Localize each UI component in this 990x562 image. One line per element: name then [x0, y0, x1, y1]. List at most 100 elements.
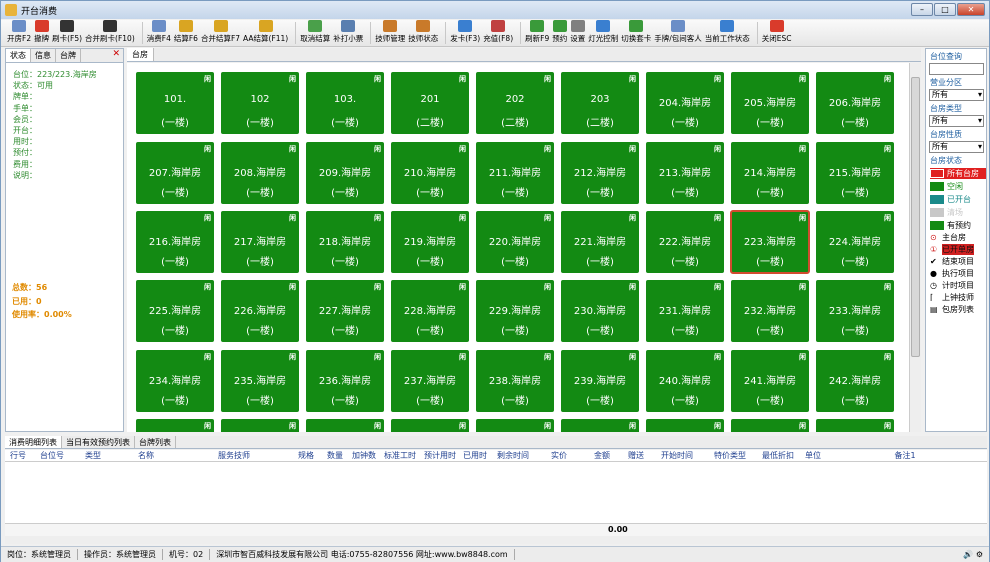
- column-header[interactable]: 类型: [73, 450, 113, 461]
- room-tile[interactable]: 闲 203 (二楼): [561, 72, 639, 134]
- column-header[interactable]: 服务技师: [179, 450, 289, 461]
- toolbar-button-13[interactable]: 充值(F8): [483, 19, 513, 46]
- room-tile[interactable]: 闲 236.海岸房 (一楼): [306, 350, 384, 412]
- room-tile[interactable]: 闲: [476, 419, 554, 432]
- room-tile[interactable]: 闲 219.海岸房 (一楼): [391, 211, 469, 273]
- toolbar-button-10[interactable]: 技师管理: [375, 19, 405, 46]
- tab-rooms[interactable]: 台房: [127, 48, 154, 61]
- toolbar-button-8[interactable]: 取消结算: [300, 19, 330, 46]
- column-header[interactable]: 预计用时: [419, 450, 461, 461]
- room-tile[interactable]: 闲 214.海岸房 (一楼): [731, 142, 809, 204]
- toolbar-button-12[interactable]: 发卡(F3): [450, 19, 480, 46]
- column-header[interactable]: 实价: [537, 450, 581, 461]
- column-header[interactable]: 名称: [113, 450, 179, 461]
- room-tile[interactable]: 闲 234.海岸房 (一楼): [136, 350, 214, 412]
- room-tile[interactable]: 闲 233.海岸房 (一楼): [816, 280, 894, 342]
- column-header[interactable]: 单位: [801, 450, 825, 461]
- toolbar-button-7[interactable]: AA结算(F11): [243, 19, 288, 46]
- column-header[interactable]: 剩余时间: [489, 450, 537, 461]
- tab-table-tag[interactable]: 台牌: [56, 49, 81, 62]
- toolbar-button-19[interactable]: 手牌/包间客人: [654, 19, 702, 46]
- room-tile[interactable]: 闲 215.海岸房 (一楼): [816, 142, 894, 204]
- room-tile[interactable]: 闲 202 (二楼): [476, 72, 554, 134]
- room-tile[interactable]: 闲 205.海岸房 (一楼): [731, 72, 809, 134]
- column-header[interactable]: 加钟数: [347, 450, 381, 461]
- legend-item[interactable]: 空闲: [930, 181, 986, 192]
- close-window-button[interactable]: ✕: [957, 3, 985, 16]
- room-tile[interactable]: 闲 221.海岸房 (一楼): [561, 211, 639, 273]
- room-tile[interactable]: 闲: [306, 419, 384, 432]
- maximize-button[interactable]: □: [934, 3, 956, 16]
- tab-today-reservations[interactable]: 当日有效预约列表: [62, 436, 135, 448]
- column-header[interactable]: 最低折扣: [755, 450, 801, 461]
- room-tile[interactable]: 闲 213.海岸房 (一楼): [646, 142, 724, 204]
- toolbar-button-11[interactable]: 技师状态: [408, 19, 438, 46]
- toolbar-button-18[interactable]: 切换套卡: [621, 19, 651, 46]
- room-tile[interactable]: 闲: [136, 419, 214, 432]
- room-tile[interactable]: 闲 238.海岸房 (一楼): [476, 350, 554, 412]
- toolbar-button-5[interactable]: 结算F6: [174, 19, 198, 46]
- legend-item[interactable]: 有预约: [930, 220, 986, 231]
- room-query-input[interactable]: [929, 63, 984, 75]
- room-tile[interactable]: 闲 103. (一楼): [306, 72, 384, 134]
- toolbar-button-3[interactable]: 合并刷卡(F10): [85, 19, 135, 46]
- toolbar-button-6[interactable]: 合并结算F7: [201, 19, 240, 46]
- legend-item[interactable]: 所有台房: [930, 168, 986, 179]
- column-header[interactable]: 数量: [323, 450, 347, 461]
- room-tile[interactable]: 闲 101. (一楼): [136, 72, 214, 134]
- column-header[interactable]: 备注1: [825, 450, 985, 461]
- toolbar-button-20[interactable]: 当前工作状态: [705, 19, 750, 46]
- room-tile[interactable]: 闲 216.海岸房 (一楼): [136, 211, 214, 273]
- toolbar-button-2[interactable]: 刷卡(F5): [52, 19, 82, 46]
- room-tile[interactable]: 闲: [561, 419, 639, 432]
- room-tile[interactable]: 闲: [221, 419, 299, 432]
- room-tile[interactable]: 闲 204.海岸房 (一楼): [646, 72, 724, 134]
- room-tile[interactable]: 闲 212.海岸房 (一楼): [561, 142, 639, 204]
- column-header[interactable]: 已用时: [461, 450, 489, 461]
- room-tile[interactable]: 闲 211.海岸房 (一楼): [476, 142, 554, 204]
- room-tile[interactable]: 闲 217.海岸房 (一楼): [221, 211, 299, 273]
- room-tile[interactable]: 闲: [391, 419, 469, 432]
- room-tile[interactable]: 闲 218.海岸房 (一楼): [306, 211, 384, 273]
- room-tile[interactable]: 闲 241.海岸房 (一楼): [731, 350, 809, 412]
- column-header[interactable]: 赠送: [623, 450, 649, 461]
- room-tile[interactable]: 闲 240.海岸房 (一楼): [646, 350, 724, 412]
- toolbar-button-9[interactable]: 补打小票: [333, 19, 363, 46]
- room-tile[interactable]: 闲 207.海岸房 (一楼): [136, 142, 214, 204]
- room-tile[interactable]: 闲 232.海岸房 (一楼): [731, 280, 809, 342]
- tab-status[interactable]: 状态: [6, 49, 31, 62]
- toolbar-button-0[interactable]: 开房F2: [7, 19, 31, 46]
- minimize-button[interactable]: –: [911, 3, 933, 16]
- column-header[interactable]: 开始时间: [649, 450, 705, 461]
- room-tile[interactable]: 闲 228.海岸房 (一楼): [391, 280, 469, 342]
- column-header[interactable]: 特价类型: [705, 450, 755, 461]
- tab-table-tag-list[interactable]: 台牌列表: [135, 436, 176, 448]
- room-type-select[interactable]: 所有: [929, 115, 984, 127]
- room-tile[interactable]: 闲 235.海岸房 (一楼): [221, 350, 299, 412]
- room-tile[interactable]: 闲: [646, 419, 724, 432]
- room-tile[interactable]: 闲 208.海岸房 (一楼): [221, 142, 299, 204]
- detail-table-body[interactable]: [5, 462, 987, 523]
- room-tile[interactable]: 闲 223.海岸房 (一楼): [730, 210, 810, 274]
- room-tile[interactable]: 闲 225.海岸房 (一楼): [136, 280, 214, 342]
- room-tile[interactable]: 闲 102 (一楼): [221, 72, 299, 134]
- legend-item[interactable]: 清场: [930, 207, 986, 218]
- room-tile[interactable]: 闲 227.海岸房 (一楼): [306, 280, 384, 342]
- close-panel-icon[interactable]: ✕: [109, 49, 123, 62]
- room-tile[interactable]: 闲 229.海岸房 (一楼): [476, 280, 554, 342]
- room-tile[interactable]: 闲 242.海岸房 (一楼): [816, 350, 894, 412]
- column-header[interactable]: 金额: [581, 450, 623, 461]
- scroll-thumb[interactable]: [911, 77, 920, 357]
- room-tile[interactable]: 闲 210.海岸房 (一楼): [391, 142, 469, 204]
- zone-select[interactable]: 所有: [929, 89, 984, 101]
- column-header[interactable]: 台位号: [31, 450, 73, 461]
- toolbar-button-15[interactable]: 预约: [552, 19, 567, 46]
- column-header[interactable]: 规格: [289, 450, 323, 461]
- room-tile[interactable]: 闲 201 (二楼): [391, 72, 469, 134]
- room-tile[interactable]: 闲 222.海岸房 (一楼): [646, 211, 724, 273]
- toolbar-button-1[interactable]: 撤牌: [34, 19, 49, 46]
- room-tile[interactable]: 闲 231.海岸房 (一楼): [646, 280, 724, 342]
- room-tile[interactable]: 闲 239.海岸房 (一楼): [561, 350, 639, 412]
- toolbar-button-21[interactable]: 关闭ESC: [762, 19, 792, 46]
- column-header[interactable]: 行号: [5, 450, 31, 461]
